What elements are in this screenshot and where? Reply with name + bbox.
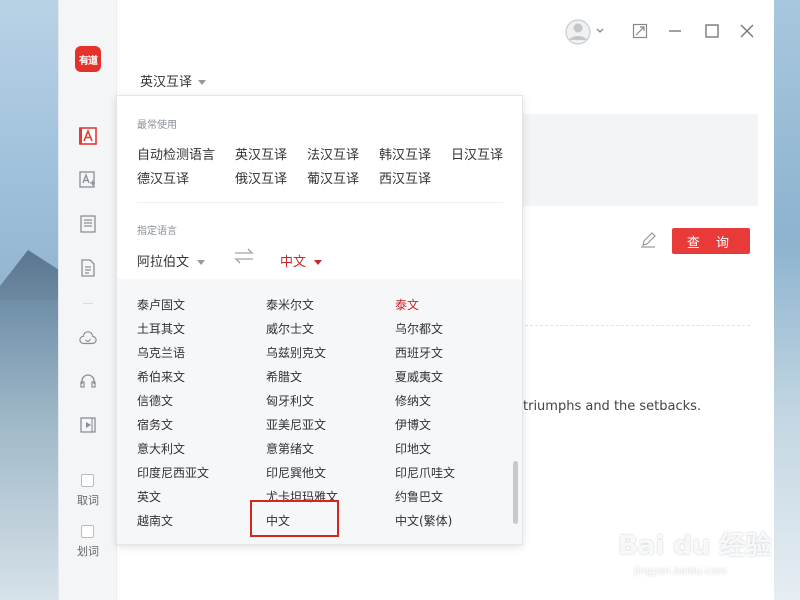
document-icon[interactable]: [79, 259, 97, 277]
background-right-strip: [772, 0, 800, 600]
target-language-label: 中文: [280, 255, 307, 270]
video-icon[interactable]: [79, 416, 97, 434]
minimize-icon[interactable]: [667, 23, 683, 43]
wordbook-icon[interactable]: [79, 215, 97, 233]
frequent-section-title: 最常使用: [137, 120, 177, 131]
source-language-select[interactable]: 阿拉伯文: [137, 251, 206, 270]
frequent-item[interactable]: 韩汉互译: [379, 144, 431, 163]
chevron-down-icon: [198, 80, 207, 85]
translate-icon[interactable]: [79, 127, 97, 145]
language-option[interactable]: 信德文: [137, 392, 173, 409]
language-option[interactable]: 伊博文: [395, 416, 431, 433]
language-option[interactable]: 英文: [137, 488, 161, 505]
frequent-item[interactable]: 英汉互译: [235, 144, 287, 163]
sidebar-divider: [83, 303, 93, 304]
sidebar: 有道 取词 划词: [59, 0, 117, 600]
language-option[interactable]: 匈牙利文: [266, 392, 314, 409]
frequent-item[interactable]: 日汉互译: [451, 144, 503, 163]
baidu-watermark: Bai du 经验: [618, 531, 772, 561]
cloud-icon[interactable]: [79, 330, 97, 348]
frequent-item[interactable]: 德汉互译: [137, 168, 189, 187]
quci-label: 取词: [77, 494, 99, 507]
huaci-label: 划词: [77, 545, 99, 558]
language-option[interactable]: 意大利文: [137, 440, 185, 457]
language-option[interactable]: 越南文: [137, 512, 173, 529]
frequent-item[interactable]: 俄汉互译: [235, 168, 287, 187]
language-option[interactable]: 宿务文: [137, 416, 173, 433]
result-divider: [520, 325, 750, 326]
language-option[interactable]: 中文(繁体): [395, 512, 452, 529]
language-option[interactable]: 夏威夷文: [395, 368, 443, 385]
close-icon[interactable]: [739, 23, 755, 43]
dropdown-divider: [137, 202, 503, 203]
language-option[interactable]: 泰米尔文: [266, 296, 314, 313]
language-dropdown: 最常使用 自动检测语言 英汉互译 法汉互译 韩汉互译 日汉互译 德汉互译 俄汉互…: [116, 95, 523, 545]
language-option[interactable]: 土耳其文: [137, 320, 185, 337]
input-area[interactable]: [520, 114, 758, 206]
chevron-down-icon: [197, 260, 206, 265]
language-option[interactable]: 印地文: [395, 440, 431, 457]
language-option[interactable]: 乌尔都文: [395, 320, 443, 337]
maximize-icon[interactable]: [704, 23, 720, 43]
frequent-item[interactable]: 自动检测语言: [137, 144, 215, 163]
scrollbar-thumb[interactable]: [513, 461, 518, 524]
language-option[interactable]: 乌克兰语: [137, 344, 185, 361]
language-option[interactable]: 修纳文: [395, 392, 431, 409]
language-option[interactable]: 亚美尼亚文: [266, 416, 326, 433]
language-option[interactable]: 希腊文: [266, 368, 302, 385]
mode-selector-label: 英汉互译: [140, 75, 193, 90]
language-option[interactable]: 希伯来文: [137, 368, 185, 385]
swap-icon[interactable]: [233, 247, 255, 269]
frequent-item[interactable]: 西汉互译: [379, 168, 431, 187]
edit-icon[interactable]: [638, 232, 658, 254]
source-language-label: 阿拉伯文: [137, 255, 190, 270]
target-language-select[interactable]: 中文: [280, 251, 323, 270]
frequent-item[interactable]: 法汉互译: [307, 144, 359, 163]
language-option[interactable]: 意第绪文: [266, 440, 314, 457]
language-option[interactable]: 泰卢固文: [137, 296, 185, 313]
result-text: triumphs and the setbacks.: [523, 399, 702, 414]
language-option[interactable]: 威尔士文: [266, 320, 314, 337]
text-translate-icon[interactable]: [79, 171, 97, 189]
baidu-watermark-url: jingyan.baidu.com: [634, 566, 727, 577]
query-button[interactable]: 查 询: [672, 228, 750, 254]
chevron-down-icon: [314, 260, 323, 265]
annotation-highlight-box: [250, 500, 339, 537]
mode-selector[interactable]: 英汉互译: [140, 71, 207, 90]
quci-checkbox[interactable]: [81, 474, 94, 487]
dropdown-top: 最常使用 自动检测语言 英汉互译 法汉互译 韩汉互译 日汉互译 德汉互译 俄汉互…: [117, 96, 522, 279]
language-option-selected[interactable]: 泰文: [395, 296, 419, 313]
language-option[interactable]: 印度尼西亚文: [137, 464, 209, 481]
frequent-item[interactable]: 葡汉互译: [307, 168, 359, 187]
language-option[interactable]: 印尼爪哇文: [395, 464, 455, 481]
huaci-checkbox[interactable]: [81, 525, 94, 538]
compact-mode-icon[interactable]: [632, 23, 648, 43]
language-option[interactable]: 约鲁巴文: [395, 488, 443, 505]
language-option[interactable]: 印尼巽他文: [266, 464, 326, 481]
language-option[interactable]: 西班牙文: [395, 344, 443, 361]
language-option[interactable]: 乌兹别克文: [266, 344, 326, 361]
specify-section-title: 指定语言: [137, 226, 177, 237]
youdao-logo: 有道: [75, 46, 101, 72]
avatar[interactable]: [565, 17, 609, 51]
headset-icon[interactable]: [79, 372, 97, 390]
